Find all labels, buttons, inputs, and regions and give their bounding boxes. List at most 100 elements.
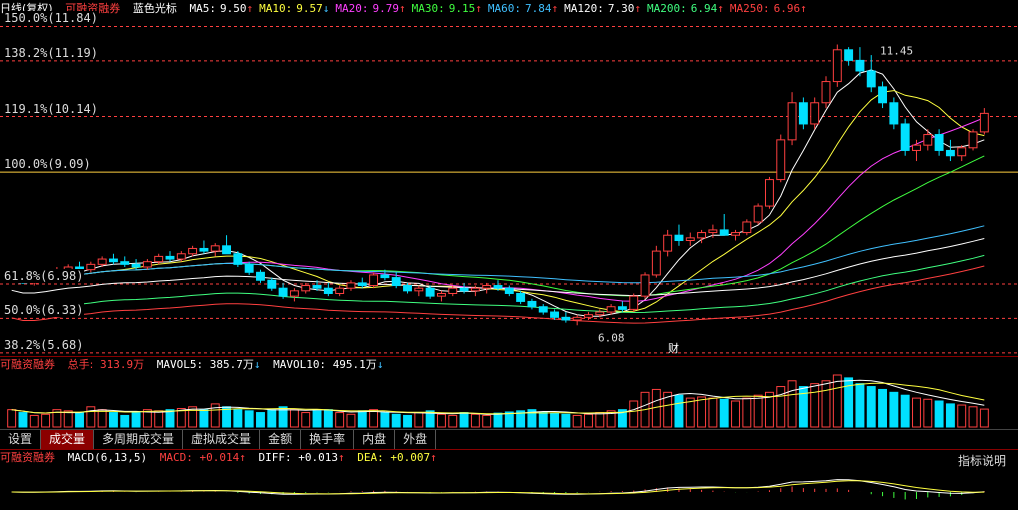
volume-bar [346,413,356,428]
candle-body [753,205,763,223]
candle-body [968,131,978,149]
ma-line-ma30 [11,155,985,297]
volume-bar [889,391,899,428]
tab-5[interactable]: 换手率 [301,430,355,449]
candle-body [584,314,593,318]
candle-body [900,123,910,151]
volume-bars [7,374,989,428]
volume-bar [233,409,243,428]
volume-bar [75,412,84,428]
candle-body [912,144,921,151]
candle-body [787,102,797,141]
ma-label: MA200: [646,2,687,15]
candle-body [945,149,955,157]
volume-bar [957,404,967,428]
candle-body [595,311,605,316]
candle-body [357,282,367,287]
candle-body [923,134,933,146]
candle-body [301,285,311,292]
volume-bar [979,408,989,428]
volume-bar [414,412,424,428]
high-annotation: 11.45 [880,44,913,57]
candle-body [267,279,277,289]
candle-body [165,255,175,260]
candle-body [403,285,412,292]
volume-bar [108,412,118,428]
volume-bar [199,409,209,428]
candle-body [629,295,639,310]
candle-body [289,290,299,297]
candle-body [210,245,220,252]
volume-bar [267,409,277,428]
candle-body [199,247,209,252]
tab-0[interactable]: 设置 [0,430,42,449]
volume-bar [912,397,921,428]
ma-arrow: ↑ [246,2,254,15]
ma-arrow: ↓ [322,2,330,15]
candle-body [832,49,842,83]
ma-arrow: ↑ [475,2,482,15]
volume-bar [120,414,130,428]
candle-body [538,306,548,313]
price-chart[interactable]: 11.45 6.08 财 150.0%(11.84) 138.2%(11.19) 119… [0,11,1018,356]
candle-body [459,287,469,292]
ma-legend-ma60: MA60: 7.84↑ [488,2,558,15]
ma-arrow: ↑ [634,2,641,15]
volume-bar [561,413,571,428]
candle-body [335,287,345,294]
tab-3[interactable]: 虚拟成交量 [183,430,261,449]
candle-body [889,102,899,125]
volume-bar [380,412,390,428]
volume-bar [572,414,582,428]
volume-bar [538,411,548,428]
ma-arrow: ↑ [551,2,559,15]
candle-body [572,316,582,321]
candle-body [493,285,503,289]
ma-label: MA120: [564,2,604,15]
candle-body [188,247,198,255]
volume-bar [810,383,820,428]
candle-body [798,102,808,125]
ma-legend-ma10: MA10: 9.57↓ [259,2,329,15]
candle-body [436,292,446,297]
candle-body [957,147,967,157]
volume-bar [29,414,39,428]
candle-body [934,134,944,151]
candle-body [369,274,379,287]
candle-body [380,274,390,279]
candle-body [108,258,118,263]
ma-line-ma60 [11,225,985,284]
ma-legend-ma120: MA120: 7.30↑ [564,2,641,15]
volume-bar [719,398,729,428]
tab-7[interactable]: 外盘 [395,430,437,449]
macd-panel[interactable]: 可融资融券 MACD(6,13,5) MACD: +0.014↑ DIFF: +… [0,449,1018,510]
tab-6[interactable]: 内盘 [354,430,396,449]
candle-body [233,253,243,265]
ma-label: MA5: [189,2,216,15]
tab-1[interactable]: 成交量 [41,430,95,449]
tab-4[interactable]: 金额 [260,430,302,449]
candle-body [810,102,820,125]
volume-bar [753,394,763,428]
indicator-name: 蓝色光标 [132,2,177,15]
ma-legend-ma5: MA5: 9.50↑ [189,2,253,15]
candle-body [222,245,232,255]
volume-bar [504,411,514,428]
volume-bar [470,413,480,428]
candle-body [776,139,786,181]
volume-bar [731,400,740,428]
fib-level-label: 119.1%(10.14) [3,101,99,116]
ma-label: MA60: [487,2,521,15]
ma-line-ma250 [11,265,985,324]
volume-bar [459,412,469,428]
volume-panel[interactable]: 可融资融券 总手: 313.9万 MAVOL5: 385.7万↓ MAVOL10… [0,356,1018,429]
volume-bar [968,406,978,428]
volume-bar [934,400,944,428]
ma-label: MA30: [411,2,445,15]
volume-bar [312,410,322,428]
tab-2[interactable]: 多周期成交量 [94,430,184,449]
candlestick-chart[interactable]: 11.45 6.08 财 [0,18,1018,356]
candle-body [708,229,718,234]
ma-legend-ma200: MA200: 6.94↑ [647,2,724,15]
ma-value: 7.84 [524,2,552,15]
